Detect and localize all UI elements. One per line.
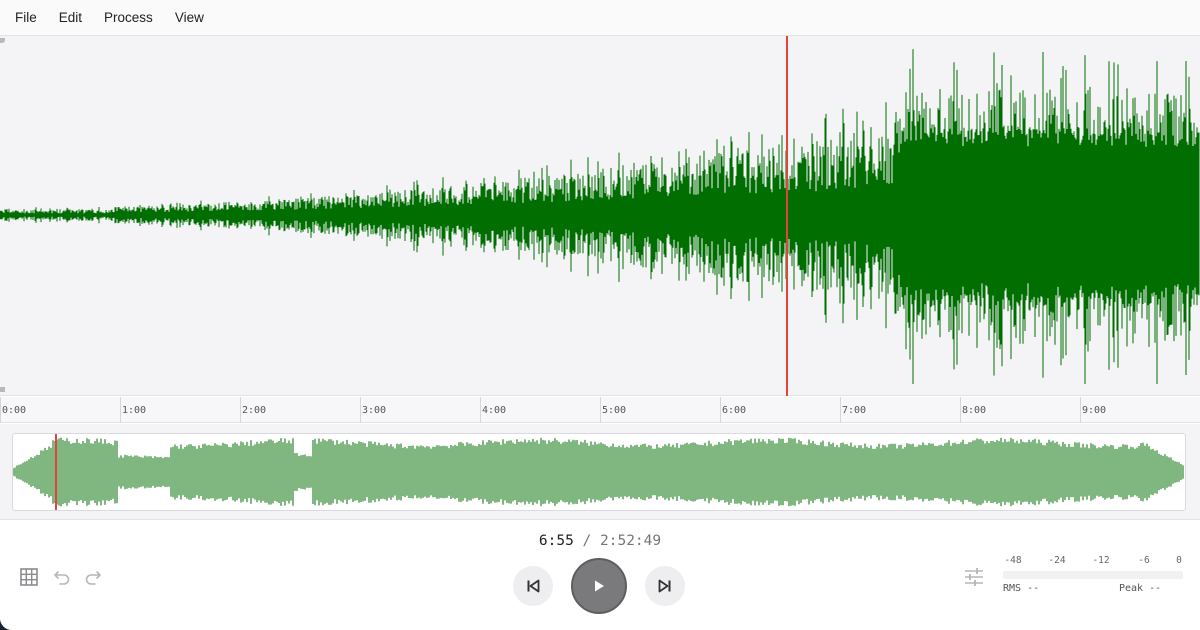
time-separator: / [582,533,592,549]
timeline-label: 4:00 [482,405,507,416]
play-button[interactable] [571,558,627,614]
overview-waveform-shape [13,437,1184,507]
timeline-label: 8:00 [962,405,987,416]
timeline-label: 6:00 [722,405,747,416]
waveform-shape [0,49,1200,384]
waveform-canvas[interactable] [0,36,1200,396]
meter-scale-label: -48 [1004,555,1022,566]
menu-edit[interactable]: Edit [59,10,82,25]
overview-strip [0,424,1200,520]
rms-readout: RMS -- [1003,583,1039,594]
timeline-label: 7:00 [842,405,867,416]
undo-icon[interactable] [51,566,73,588]
peak-readout: Peak -- [1119,583,1161,594]
timeline-label: 5:00 [602,405,627,416]
timeline-tick [120,397,121,423]
peak-label: Peak [1119,583,1144,594]
redo-icon[interactable] [82,566,104,588]
peak-value: -- [1149,583,1162,594]
timeline-tick [720,397,721,423]
level-meters: -48 -24 -12 -6 0 RMS -- Peak -- [1000,555,1190,615]
meter-scale-label: -6 [1138,555,1150,566]
timeline-tick [360,397,361,423]
rms-value: -- [1027,583,1040,594]
play-icon [591,578,607,594]
skip-forward-icon [657,578,673,594]
overview-waveform[interactable] [12,433,1186,511]
timeline-ruler[interactable]: 0:00 1:00 2:00 3:00 4:00 5:00 6:00 7:00 8:00 9:00 [0,397,1200,423]
menu-bar: File Edit Process View [0,0,1200,36]
timeline-tick [240,397,241,423]
timeline-tick [960,397,961,423]
time-readout: 6:55 / 2:52:49 [0,533,1200,549]
total-time: 2:52:49 [600,533,662,549]
transport-bar: 6:55 / 2:52:49 -48 -24 -12 -6 0 RMS -- P… [0,521,1200,630]
grid-icon[interactable] [18,566,40,588]
rms-label: RMS [1003,583,1022,594]
selection-handle-bottom[interactable] [0,387,5,392]
timeline-label: 0:00 [2,405,27,416]
waveform-view[interactable] [0,36,1200,396]
timeline-tick [600,397,601,423]
timeline-tick [840,397,841,423]
timeline-tick [0,397,1,423]
skip-back-icon [525,578,541,594]
timeline-label: 1:00 [122,405,147,416]
timeline-label: 2:00 [242,405,267,416]
timeline-tick [1080,397,1081,423]
meter-scale-label: -12 [1092,555,1110,566]
skip-back-button[interactable] [513,566,553,606]
level-meter-bar [1003,571,1183,579]
menu-view[interactable]: View [175,10,204,25]
timeline-tick [480,397,481,423]
current-time: 6:55 [538,533,574,549]
overview-canvas[interactable] [13,434,1185,510]
skip-forward-button[interactable] [645,566,685,606]
menu-process[interactable]: Process [104,10,153,25]
meter-scale-label: 0 [1176,555,1182,566]
timeline-label: 3:00 [362,405,387,416]
audio-editor-window: File Edit Process View 0:00 1:00 2:00 3:00 4… [0,0,1200,630]
meter-scale-label: -24 [1048,555,1066,566]
menu-file[interactable]: File [15,10,37,25]
timeline-label: 9:00 [1082,405,1107,416]
sliders-icon[interactable] [962,565,986,589]
